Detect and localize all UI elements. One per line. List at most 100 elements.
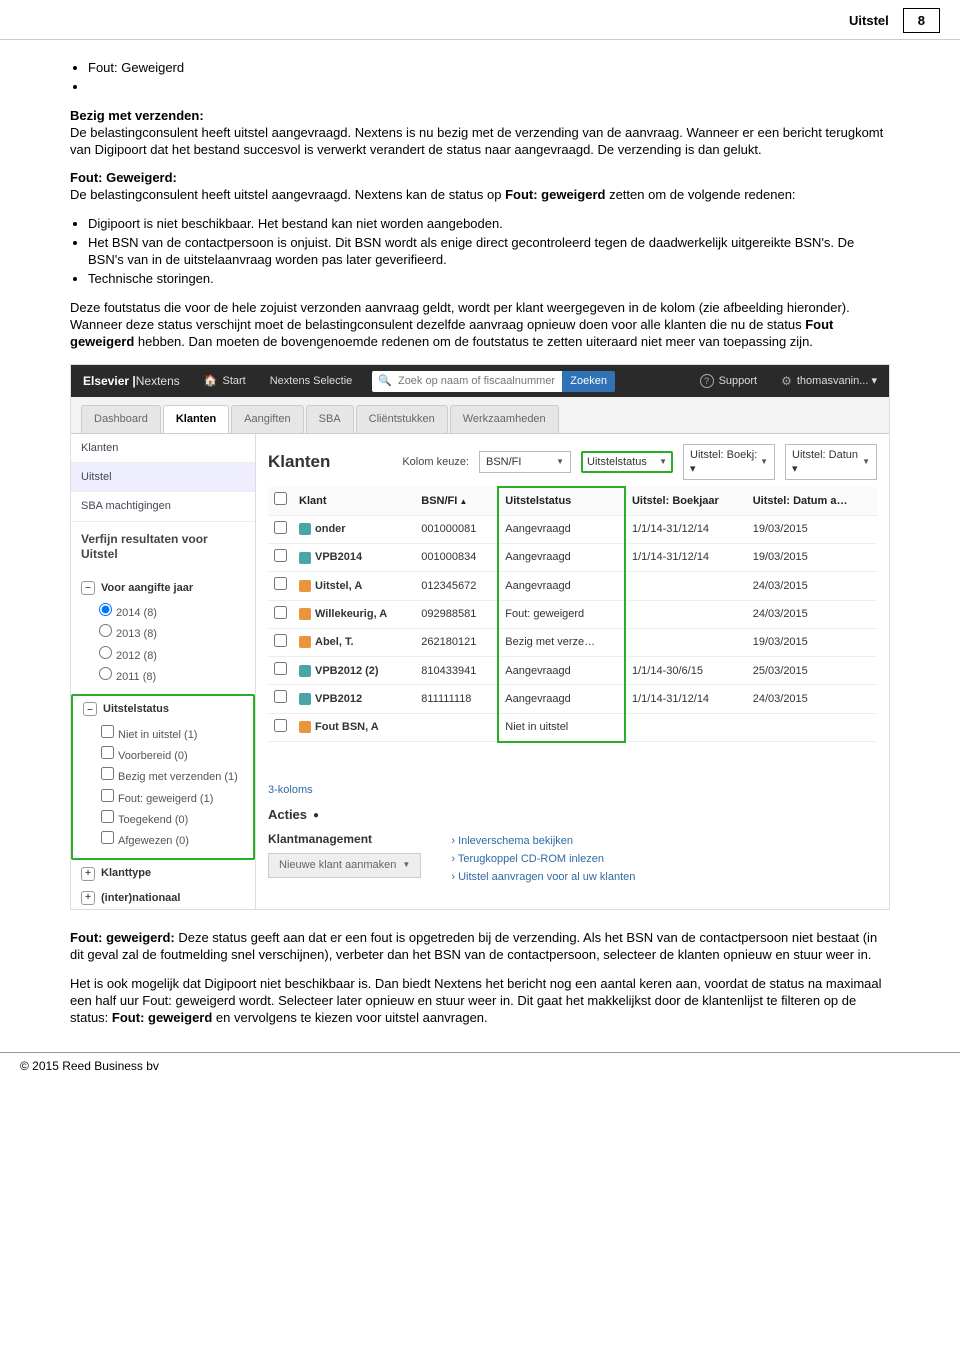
tab-clientstukken[interactable]: Cliëntstukken — [356, 405, 448, 432]
facet-klanttype-head[interactable]: + Klanttype — [71, 860, 255, 884]
cell-bsn: 811111118 — [415, 685, 498, 713]
facet-status-body: Niet in uitstel (1) Voorbereid (0) Bezig… — [73, 721, 253, 859]
tab-werkzaamheden[interactable]: Werkzaamheden — [450, 405, 559, 432]
th-boekjaar[interactable]: Uitstel: Boekjaar — [625, 487, 747, 515]
cell-klant: onder — [293, 515, 415, 543]
table-row[interactable]: Uitstel, A012345672Aangevraagd24/03/2015 — [268, 572, 877, 600]
table-row[interactable]: Willekeurig, A092988581Fout: geweigerd24… — [268, 600, 877, 628]
link-inleverschema[interactable]: Inleverschema bekijken — [451, 832, 635, 850]
facet-uitstelstatus-highlight: – Uitstelstatus Niet in uitstel (1) Voor… — [71, 694, 255, 860]
row-checkbox[interactable] — [274, 577, 287, 590]
paragraph: Het is ook mogelijk dat Digipoort niet b… — [70, 976, 890, 1027]
table-row[interactable]: Abel, T.262180121Bezig met verze…19/03/2… — [268, 628, 877, 656]
cell-bsn: 001000834 — [415, 543, 498, 571]
cell-klant: Uitstel, A — [293, 572, 415, 600]
link-uitstel-aanvragen[interactable]: Uitstel aanvragen voor al uw klanten — [451, 868, 635, 886]
search-button[interactable]: Zoeken — [562, 371, 615, 391]
acties-section: Acties Klantmanagement Nieuwe klant aanm… — [268, 807, 877, 887]
cell-klant: VPB2014 — [293, 543, 415, 571]
list-item: Het BSN van de contactpersoon is onjuist… — [88, 235, 890, 269]
view-3koloms[interactable]: 3-koloms — [268, 783, 877, 797]
sidebar-item-klanten[interactable]: Klanten — [71, 434, 255, 463]
cell-klant: Abel, T. — [293, 628, 415, 656]
table-row[interactable]: VPB2012811111118Aangevraagd1/1/14-31/12/… — [268, 685, 877, 713]
row-checkbox[interactable] — [274, 719, 287, 732]
person-icon — [299, 580, 311, 592]
facet-status-head[interactable]: – Uitstelstatus — [73, 696, 253, 720]
cell-datum: 24/03/2015 — [747, 572, 877, 600]
table-row[interactable]: VPB2012 (2)810433941Aangevraagd1/1/14-30… — [268, 657, 877, 685]
nieuwe-klant-button[interactable]: Nieuwe klant aanmaken — [268, 853, 421, 877]
sidebar-item-sba[interactable]: SBA machtigingen — [71, 492, 255, 521]
header-title: Uitstel — [849, 13, 889, 28]
nav-start[interactable]: Start — [192, 365, 258, 397]
nav-selectie[interactable]: Nextens Selectie — [258, 365, 365, 397]
th-bsn[interactable]: BSN/FI — [415, 487, 498, 515]
table-header-row: Klant BSN/FI Uitstelstatus Uitstel: Boek… — [268, 487, 877, 515]
paragraph: Fout: Geweigerd: De belastingconsulent h… — [70, 170, 890, 204]
acties-header: Acties — [268, 807, 877, 824]
facet-year-head[interactable]: – Voor aangifte jaar — [71, 575, 255, 599]
tab-aangiften[interactable]: Aangiften — [231, 405, 303, 432]
table-row[interactable]: onder001000081Aangevraagd1/1/14-31/12/14… — [268, 515, 877, 543]
main-panel: Klanten Kolom keuze: BSN/FI Uitstelstatu… — [256, 434, 889, 909]
sidebar-refine-header: Verfijn resultaten voor Uitstel — [71, 522, 255, 575]
cell-bsn: 810433941 — [415, 657, 498, 685]
expand-icon: + — [81, 867, 95, 881]
dropdown-boekjaar[interactable]: Uitstel: Boekj: ▾ — [683, 444, 775, 481]
nav-support[interactable]: Support — [688, 365, 770, 397]
dropdown-bsn[interactable]: BSN/FI — [479, 451, 571, 473]
row-checkbox[interactable] — [274, 606, 287, 619]
link-terugkoppel[interactable]: Terugkoppel CD-ROM inlezen — [451, 850, 635, 868]
tabs: Dashboard Klanten Aangiften SBA Cliëntst… — [71, 397, 889, 433]
check-option[interactable]: Voorbereid (0) — [101, 744, 243, 765]
tab-sba[interactable]: SBA — [306, 405, 354, 432]
cell-bsn: 092988581 — [415, 600, 498, 628]
cell-boekjaar — [625, 713, 747, 741]
th-klant[interactable]: Klant — [293, 487, 415, 515]
radio-option[interactable]: 2014 (8) — [99, 601, 245, 622]
th-status[interactable]: Uitstelstatus — [498, 487, 625, 515]
row-checkbox[interactable] — [274, 634, 287, 647]
sidebar-item-uitstel[interactable]: Uitstel — [71, 463, 255, 492]
person-icon — [299, 636, 311, 648]
tab-klanten[interactable]: Klanten — [163, 405, 229, 432]
tab-dashboard[interactable]: Dashboard — [81, 405, 161, 432]
cell-status: Aangevraagd — [498, 685, 625, 713]
table-row[interactable]: VPB2014001000834Aangevraagd1/1/14-31/12/… — [268, 543, 877, 571]
cell-bsn: 012345672 — [415, 572, 498, 600]
radio-option[interactable]: 2012 (8) — [99, 644, 245, 665]
nav-user-menu[interactable]: thomasvanin... ▾ — [769, 365, 889, 397]
cell-boekjaar: 1/1/14-31/12/14 — [625, 685, 747, 713]
row-checkbox[interactable] — [274, 662, 287, 675]
radio-option[interactable]: 2013 (8) — [99, 622, 245, 643]
acties-links: Inleverschema bekijken Terugkoppel CD-RO… — [451, 832, 635, 887]
check-option[interactable]: Fout: geweigerd (1) — [101, 787, 243, 808]
app-topbar: Elsevier |Nextens Start Nextens Selectie… — [71, 365, 889, 397]
cell-bsn: 262180121 — [415, 628, 498, 656]
dropdown-datum[interactable]: Uitstel: Datun ▾ — [785, 444, 877, 481]
cell-boekjaar: 1/1/14-31/12/14 — [625, 515, 747, 543]
person-icon — [299, 608, 311, 620]
search-wrap: 🔍 Zoek op naam of fiscaalnummer Zoeken — [364, 365, 623, 397]
th-datum[interactable]: Uitstel: Datum a… — [747, 487, 877, 515]
check-option[interactable]: Niet in uitstel (1) — [101, 723, 243, 744]
checkbox-all[interactable] — [274, 492, 287, 505]
list-reasons: Digipoort is niet beschikbaar. Het besta… — [70, 216, 890, 288]
list-item: Digipoort is niet beschikbaar. Het besta… — [88, 216, 890, 233]
check-option[interactable]: Afgewezen (0) — [101, 829, 243, 850]
row-checkbox[interactable] — [274, 690, 287, 703]
row-checkbox[interactable] — [274, 549, 287, 562]
check-option[interactable]: Bezig met verzenden (1) — [101, 765, 243, 786]
search-input[interactable]: 🔍 Zoek op naam of fiscaalnummer — [372, 371, 562, 391]
check-option[interactable]: Toegekend (0) — [101, 808, 243, 829]
cell-datum — [747, 713, 877, 741]
facet-nationaal-head[interactable]: + (inter)nationaal — [71, 885, 255, 909]
cell-status: Niet in uitstel — [498, 713, 625, 741]
app-body: Klanten Uitstel SBA machtigingen Verfijn… — [71, 434, 889, 909]
dropdown-uitstelstatus[interactable]: Uitstelstatus — [581, 451, 673, 473]
radio-option[interactable]: 2011 (8) — [99, 665, 245, 686]
row-checkbox[interactable] — [274, 521, 287, 534]
sidebar: Klanten Uitstel SBA machtigingen Verfijn… — [71, 434, 256, 909]
table-row[interactable]: Fout BSN, ANiet in uitstel — [268, 713, 877, 741]
